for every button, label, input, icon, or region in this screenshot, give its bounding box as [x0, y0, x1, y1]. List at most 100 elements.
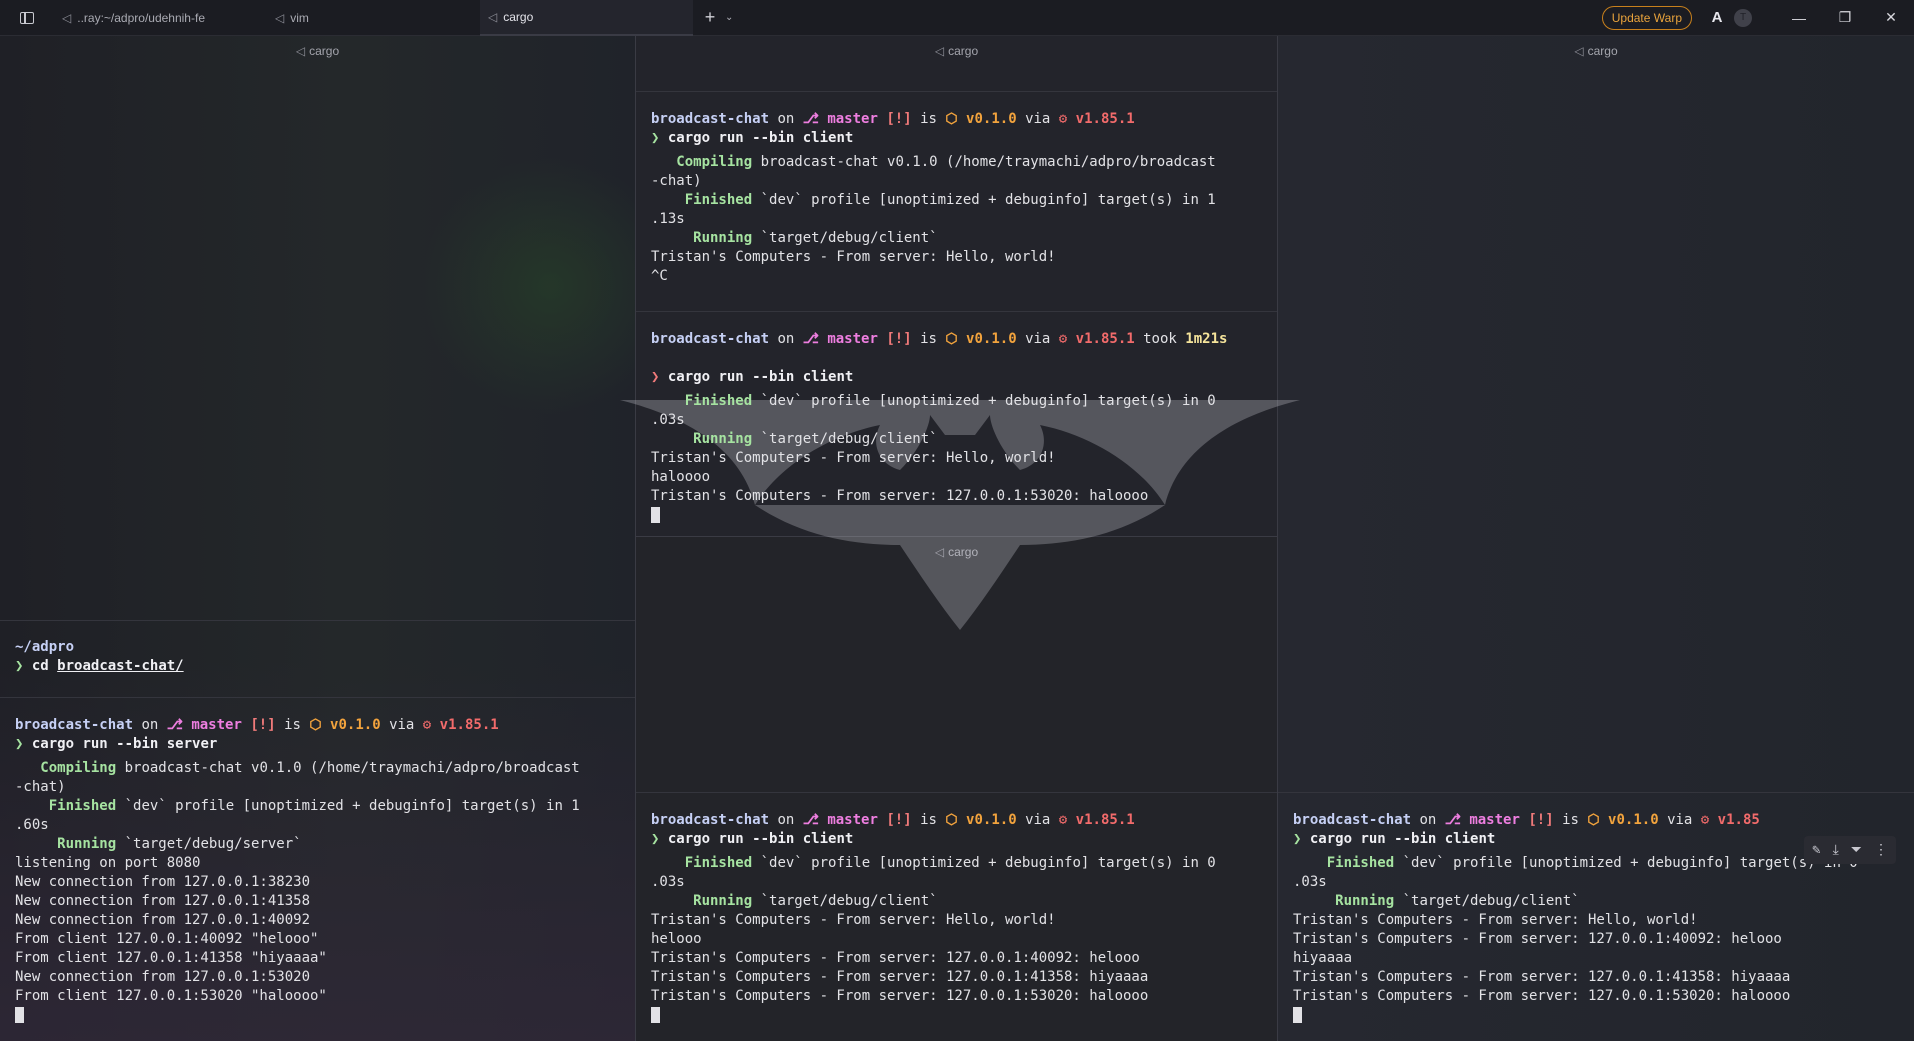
prompt-word: is: [920, 111, 937, 127]
cargo-status-keyword: Running: [651, 431, 753, 447]
output-line: Tristan's Computers - From server: 127.0…: [651, 968, 1265, 987]
client-block-2[interactable]: broadcast-chat on ⎇ master [!] is ⬡ v0.1…: [636, 330, 1277, 525]
cargo-status-keyword: Running: [651, 230, 753, 246]
output-text: Tristan's Computers - From server: Hello…: [651, 450, 1056, 466]
client-block[interactable]: broadcast-chat on ⎇ master [!] is ⬡ v0.1…: [636, 811, 1277, 1025]
client-block-1[interactable]: broadcast-chat on ⎇ master [!] is ⬡ v0.1…: [636, 110, 1277, 286]
pin-icon[interactable]: ✎: [1812, 842, 1820, 858]
package-version: ⬡ v0.1.0: [309, 717, 380, 733]
block-separator: [0, 697, 635, 698]
branch-name: master: [827, 331, 878, 347]
output-text: `dev` profile [unoptimized + debuginfo] …: [752, 393, 1216, 409]
tab-label: ..ray:~/adpro/udehnih-fe: [77, 10, 205, 25]
warp-ai-icon[interactable]: A: [1704, 9, 1730, 26]
prompt-chevron: ❯: [651, 369, 660, 385]
command-text: cd: [31, 658, 49, 674]
git-branch: ⎇ master: [803, 111, 878, 127]
prompt-chevron: ❯: [651, 130, 660, 146]
cd-block[interactable]: ~/adpro ❯ cd broadcast-chat/: [0, 638, 635, 676]
package-version-text: v0.1.0: [966, 331, 1017, 347]
block-separator: [636, 792, 1277, 793]
maximize-button[interactable]: ❐: [1822, 0, 1868, 36]
left-terminal-pane[interactable]: ◁ cargo ~/adpro ❯ cd broadcast-chat/ broa…: [0, 36, 635, 1041]
package-version-text: v0.1.0: [966, 812, 1017, 828]
output-line: Running `target/debug/client`: [651, 430, 1265, 449]
package-version-text: v0.1.0: [330, 717, 381, 733]
package-icon: ⬡: [309, 717, 322, 733]
new-tab-button[interactable]: +: [695, 0, 725, 36]
output-line: Tristan's Computers - From server: 127.0…: [651, 987, 1265, 1006]
pane-title-label: cargo: [309, 44, 340, 58]
more-options-icon[interactable]: ⋮: [1874, 842, 1888, 858]
output-line: Tristan's Computers - From server: 127.0…: [1293, 930, 1902, 949]
command-text: cargo run --bin client: [667, 831, 854, 847]
output-text: broadcast-chat v0.1.0 (/home/traymachi/a…: [752, 154, 1216, 170]
output-text: `target/debug/client`: [752, 893, 938, 909]
filter-icon[interactable]: ⏷: [1851, 842, 1862, 858]
tab-label: vim: [290, 10, 309, 25]
text-cursor: [15, 1007, 24, 1023]
sidebar-toggle-icon[interactable]: [0, 0, 54, 36]
output-line: -chat): [651, 172, 1265, 191]
block-separator: [636, 311, 1277, 312]
output-line: Finished `dev` profile [unoptimized + de…: [651, 392, 1265, 411]
output-lines: Finished `dev` profile [unoptimized + de…: [651, 854, 1265, 1006]
output-text: New connection from 127.0.0.1:40092: [15, 912, 311, 928]
git-status: [!]: [886, 331, 912, 347]
block-separator: [0, 620, 635, 621]
avatar[interactable]: T: [1734, 8, 1752, 27]
output-line: .60s: [15, 816, 623, 835]
block-toolbar: ✎ ⤓ ⏷ ⋮: [1804, 836, 1896, 864]
rust-version: ⚙ v1.85.1: [1059, 111, 1135, 127]
command-text: cargo run --bin client: [1309, 831, 1496, 847]
title-bar: ◁ ..ray:~/adpro/udehnih-fe ◁ vim ◁ cargo…: [0, 0, 1914, 36]
output-line: Compiling broadcast-chat v0.1.0 (/home/t…: [15, 759, 623, 778]
output-lines: Compiling broadcast-chat v0.1.0 (/home/t…: [651, 153, 1265, 286]
prompt-chevron: ❯: [15, 736, 24, 752]
output-lines: Compiling broadcast-chat v0.1.0 (/home/t…: [15, 759, 623, 1006]
output-line: New connection from 127.0.0.1:41358: [15, 892, 623, 911]
new-tab-menu-icon[interactable]: ⌄: [725, 12, 741, 23]
close-button[interactable]: ✕: [1868, 0, 1914, 36]
prompt-word: is: [284, 717, 301, 733]
cargo-status-keyword: Compiling: [15, 760, 117, 776]
middle-top-terminal-pane[interactable]: ◁ cargo broadcast-chat on ⎇ master [!] is…: [636, 36, 1277, 536]
prompt-chevron: ❯: [651, 831, 660, 847]
update-warp-button[interactable]: Update Warp: [1601, 5, 1692, 30]
tab-vim[interactable]: ◁ vim: [267, 0, 480, 36]
output-text: From client 127.0.0.1:41358 "hiyaaaa": [15, 950, 327, 966]
rust-icon: ⚙: [422, 717, 432, 733]
prompt-word: took: [1143, 331, 1177, 347]
package-version: ⬡ v0.1.0: [1587, 812, 1658, 828]
output-line: .13s: [651, 210, 1265, 229]
right-terminal-pane[interactable]: ◁ cargo broadcast-chat on ⎇ master [!] is…: [1278, 36, 1914, 1041]
output-text: `dev` profile [unoptimized + debuginfo] …: [1394, 855, 1858, 871]
output-text: broadcast-chat v0.1.0 (/home/traymachi/a…: [116, 760, 580, 776]
tab-cargo[interactable]: ◁ cargo: [480, 0, 693, 36]
pane-title-label: cargo: [948, 44, 979, 58]
server-block[interactable]: broadcast-chat on ⎇ master [!] is ⬡ v0.1…: [0, 716, 635, 1025]
prompt-dir: broadcast-chat: [15, 717, 134, 733]
minimize-button[interactable]: —: [1776, 0, 1822, 36]
prompt-word: via: [389, 717, 415, 733]
rust-version: ⚙ v1.85.1: [1059, 331, 1135, 347]
terminal-icon: ◁: [1574, 44, 1584, 58]
output-text: New connection from 127.0.0.1:41358: [15, 893, 311, 909]
output-line: From client 127.0.0.1:40092 "helooo": [15, 930, 623, 949]
output-line: From client 127.0.0.1:53020 "haloooo": [15, 987, 623, 1006]
output-text: `dev` profile [unoptimized + debuginfo] …: [752, 855, 1216, 871]
output-line: Tristan's Computers - From server: Hello…: [1293, 911, 1902, 930]
output-line: Tristan's Computers - From server: Hello…: [651, 248, 1265, 267]
output-line: Tristan's Computers - From server: 127.0…: [1293, 987, 1902, 1006]
output-line: Tristan's Computers - From server: Hello…: [651, 911, 1265, 930]
output-line: Tristan's Computers - From server: 127.0…: [651, 487, 1265, 506]
prompt-word: on: [777, 812, 795, 828]
output-text: Tristan's Computers - From server: Hello…: [651, 249, 1056, 265]
git-branch: ⎇ master: [1445, 812, 1520, 828]
download-icon[interactable]: ⤓: [1833, 842, 1839, 858]
prompt-dir: broadcast-chat: [1293, 812, 1412, 828]
output-text: -chat): [651, 173, 702, 189]
git-status: [!]: [1528, 812, 1554, 828]
output-line: Finished `dev` profile [unoptimized + de…: [15, 797, 623, 816]
tab-udehnih-fe[interactable]: ◁ ..ray:~/adpro/udehnih-fe: [54, 0, 267, 36]
